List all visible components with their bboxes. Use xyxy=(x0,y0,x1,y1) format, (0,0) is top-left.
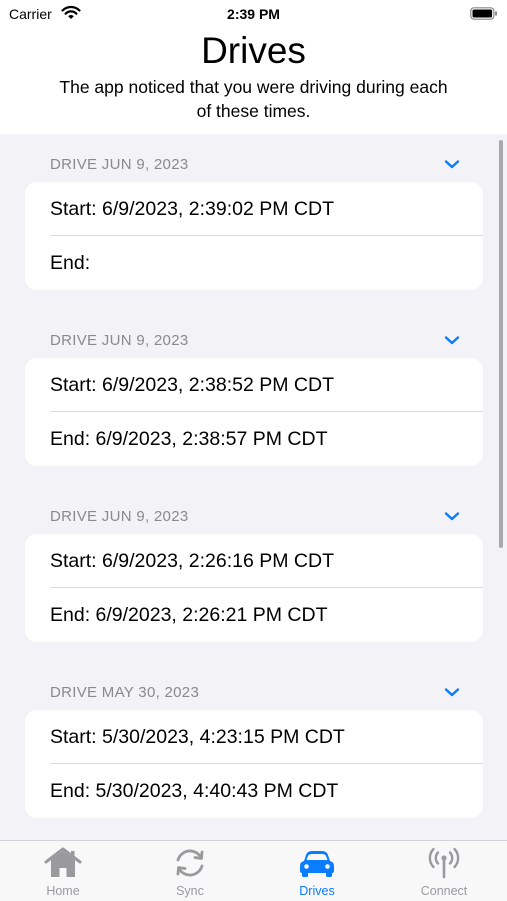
drive-end-time: End: 6/9/2023, 2:38:57 PM CDT xyxy=(50,428,328,450)
page-title: Drives xyxy=(201,30,306,71)
drive-start-time: Start: 6/9/2023, 2:26:16 PM CDT xyxy=(50,550,334,572)
tab-drives[interactable]: Drives xyxy=(254,841,380,901)
house-icon xyxy=(44,847,82,877)
chevron-down-icon[interactable] xyxy=(444,510,460,522)
tab-bar: Home Sync Drives Connect xyxy=(0,840,507,901)
drive-section-header: DRIVE JUN 9, 2023 xyxy=(50,156,189,173)
drive-section-header: DRIVE JUN 9, 2023 xyxy=(50,508,189,525)
antenna-icon xyxy=(428,847,460,879)
scroll-indicator[interactable] xyxy=(499,140,503,548)
tab-connect[interactable]: Connect xyxy=(381,841,507,901)
drive-end-time: End: 6/9/2023, 2:26:21 PM CDT xyxy=(50,604,328,626)
drives-list[interactable]: DRIVE JUN 9, 2023 Start: 6/9/2023, 2:39:… xyxy=(0,134,507,840)
drive-card: Start: 6/9/2023, 2:39:02 PM CDT End: xyxy=(25,182,483,290)
tab-label: Home xyxy=(46,884,80,898)
page-header: Drives The app noticed that you were dri… xyxy=(0,28,507,134)
sync-icon xyxy=(176,849,204,877)
page-subtitle: The app noticed that you were driving du… xyxy=(59,77,448,121)
drive-end-time: End: xyxy=(50,252,91,274)
tab-label: Connect xyxy=(420,884,468,898)
battery-icon xyxy=(470,7,497,20)
drive-card: Start: 6/9/2023, 2:38:52 PM CDT End: 6/9… xyxy=(25,358,483,466)
drive-section-header: DRIVE MAY 30, 2023 xyxy=(50,684,200,701)
drive-section: DRIVE JUN 9, 2023 Start: 6/9/2023, 2:26:… xyxy=(0,486,507,646)
drive-section: DRIVE MAY 30, 2023 Start: 5/30/2023, 4:2… xyxy=(0,662,507,822)
drive-card: Start: 5/30/2023, 4:23:15 PM CDT End: 5/… xyxy=(25,710,483,818)
tab-home[interactable]: Home xyxy=(0,841,126,901)
tab-label: Drives xyxy=(299,884,335,898)
chevron-down-icon[interactable] xyxy=(444,334,460,346)
drive-start-time: Start: 5/30/2023, 4:23:15 PM CDT xyxy=(50,726,345,748)
drive-start-time: Start: 6/9/2023, 2:38:52 PM CDT xyxy=(50,374,334,396)
chevron-down-icon[interactable] xyxy=(444,158,460,170)
drive-card: Start: 6/9/2023, 2:26:16 PM CDT End: 6/9… xyxy=(25,534,483,642)
tab-label: Sync xyxy=(176,884,204,898)
car-icon xyxy=(300,851,334,877)
status-bar: Carrier 2:39 PM xyxy=(0,0,507,28)
drive-end-time: End: 5/30/2023, 4:40:43 PM CDT xyxy=(50,780,339,802)
drive-section-header: DRIVE JUN 9, 2023 xyxy=(50,332,189,349)
drive-section: DRIVE JUN 9, 2023 Start: 6/9/2023, 2:39:… xyxy=(0,134,507,294)
tab-sync[interactable]: Sync xyxy=(127,841,253,901)
drive-section: DRIVE JUN 9, 2023 Start: 6/9/2023, 2:38:… xyxy=(0,310,507,470)
chevron-down-icon[interactable] xyxy=(444,686,460,698)
status-time: 2:39 PM xyxy=(227,6,280,22)
drive-start-time: Start: 6/9/2023, 2:39:02 PM CDT xyxy=(50,198,334,220)
row-divider xyxy=(50,235,483,236)
